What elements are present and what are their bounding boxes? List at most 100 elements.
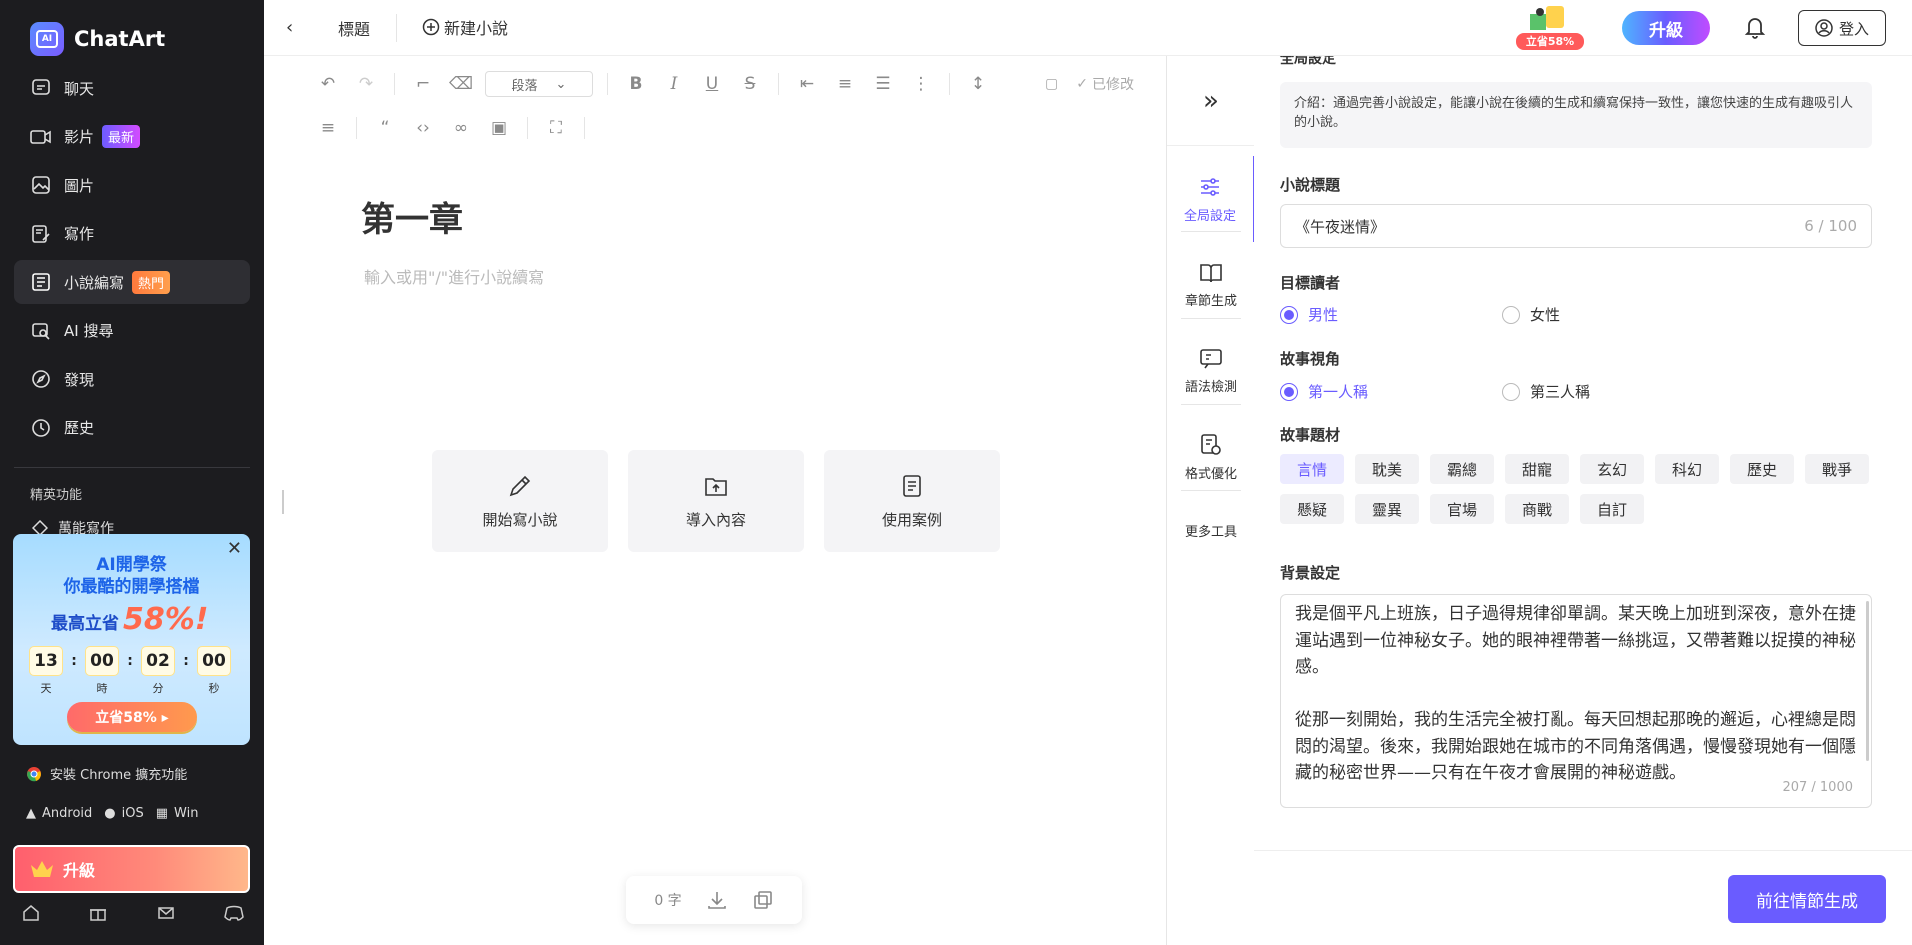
quote-icon[interactable]: “ bbox=[371, 118, 399, 138]
android-link[interactable]: Android bbox=[42, 806, 92, 821]
chat-icon bbox=[30, 77, 52, 99]
novel-title-input[interactable]: 《午夜迷情》 6 / 100 bbox=[1280, 204, 1872, 248]
sidebar-item-video[interactable]: 影片 最新 bbox=[14, 115, 250, 159]
genre-chip[interactable]: 商戰 bbox=[1505, 494, 1569, 524]
sidebar-upgrade-button[interactable]: 升級 bbox=[13, 845, 250, 893]
discord-icon[interactable] bbox=[224, 904, 244, 922]
paragraph-select[interactable]: 段落 ⌄ bbox=[485, 71, 593, 97]
undo-icon[interactable]: ↶ bbox=[314, 74, 342, 94]
promo-banner[interactable]: ✕ AI開學祭 你最酷的開學搭檔 最高立省 58%! 13: 00: 02: 0… bbox=[13, 534, 250, 745]
editor-placeholder[interactable]: 輸入或用"/"進行小說續寫 bbox=[364, 264, 544, 288]
import-content-button[interactable]: 導入內容 bbox=[628, 450, 804, 552]
ios-link[interactable]: iOS bbox=[122, 806, 144, 821]
fullscreen-icon[interactable]: ⛶ bbox=[542, 118, 570, 138]
genre-chip[interactable]: 靈異 bbox=[1355, 494, 1419, 524]
sidebar-item-chat[interactable]: 聊天 bbox=[14, 66, 250, 110]
format-painter-icon[interactable]: ⌐ bbox=[409, 74, 437, 94]
sidebar-item-history[interactable]: 歷史 bbox=[14, 406, 250, 450]
bold-icon[interactable]: B bbox=[622, 74, 650, 94]
bell-icon[interactable] bbox=[1744, 15, 1766, 39]
chevron-left-icon[interactable]: ‹ bbox=[286, 17, 293, 38]
sidebar-item-novel[interactable]: 小說編寫 熱門 bbox=[14, 260, 250, 304]
countdown-timer: 13: 00: 02: 00 bbox=[29, 646, 231, 676]
insert-image-icon[interactable]: ▣ bbox=[485, 118, 513, 138]
audience-female-radio[interactable]: 女性 bbox=[1502, 304, 1724, 325]
save-icon[interactable]: ▢ bbox=[1045, 76, 1058, 92]
genre-chip[interactable]: 懸疑 bbox=[1280, 494, 1344, 524]
background-textarea[interactable]: 我是個平凡上班族，日子過得規律卻單調。某天晚上加班到深夜，意外在捷運站遇到一位神… bbox=[1280, 594, 1872, 808]
sidebar-item-image[interactable]: 圖片 bbox=[14, 163, 250, 207]
sidebar-item-ai-search[interactable]: AI 搜尋 bbox=[14, 309, 250, 353]
audience-male-radio[interactable]: 男性 bbox=[1280, 304, 1502, 325]
document-icon bbox=[899, 473, 925, 499]
gift-icon[interactable] bbox=[89, 904, 107, 922]
line-height-icon[interactable]: ↕ bbox=[964, 74, 992, 94]
sidebar-bottom-icons bbox=[22, 904, 244, 922]
ordered-list-icon[interactable]: ☰ bbox=[869, 74, 897, 94]
strikethrough-icon[interactable]: S bbox=[736, 74, 764, 94]
audience-label: 目標讀者 bbox=[1280, 274, 1341, 292]
promo-button[interactable]: 立省58% ▸ bbox=[67, 702, 197, 732]
chrome-extension-link[interactable]: 安裝 Chrome 擴充功能 bbox=[26, 764, 187, 783]
mail-icon[interactable] bbox=[157, 904, 175, 922]
sidebar-item-writing[interactable]: 寫作 bbox=[14, 212, 250, 256]
genre-chip[interactable]: 歷史 bbox=[1730, 454, 1794, 484]
go-to-plot-generation-button[interactable]: 前往情節生成 bbox=[1728, 875, 1886, 923]
new-novel-button[interactable]: 新建小說 bbox=[422, 15, 508, 39]
code-icon[interactable]: ‹› bbox=[409, 118, 437, 138]
genre-chip[interactable]: 甜寵 bbox=[1505, 454, 1569, 484]
genre-chip[interactable]: 耽美 bbox=[1355, 454, 1419, 484]
rail-item-global-settings[interactable]: 全局設定 bbox=[1167, 156, 1255, 242]
app-logo[interactable]: AI ChatArt bbox=[30, 22, 165, 56]
use-cases-button[interactable]: 使用案例 bbox=[824, 450, 1000, 552]
rail-item-more-tools[interactable]: 更多工具 bbox=[1167, 500, 1255, 560]
chrome-icon bbox=[26, 766, 42, 782]
rail-item-grammar-check[interactable]: 語法檢測 bbox=[1167, 328, 1255, 414]
sidebar-item-discover[interactable]: 發現 bbox=[14, 357, 250, 401]
indent-icon[interactable]: ≡ bbox=[831, 74, 859, 94]
title-tab[interactable]: 標題 bbox=[338, 16, 370, 40]
upgrade-button[interactable]: 升級 bbox=[1622, 11, 1710, 45]
align-icon[interactable]: ≡ bbox=[314, 118, 342, 138]
promo-subtitle: 你最酷的開學搭檔 bbox=[63, 577, 200, 597]
bullet-list-icon[interactable]: ⋮ bbox=[907, 74, 935, 94]
copy-icon[interactable] bbox=[752, 889, 774, 911]
home-icon[interactable] bbox=[22, 904, 40, 922]
genre-chip[interactable]: 言情 bbox=[1280, 454, 1344, 484]
genre-chip[interactable]: 科幻 bbox=[1655, 454, 1719, 484]
start-writing-button[interactable]: 開始寫小說 bbox=[432, 450, 608, 552]
underline-icon[interactable]: U bbox=[698, 74, 726, 94]
rail-item-chapter-gen[interactable]: 章節生成 bbox=[1167, 242, 1255, 328]
perspective-third-radio[interactable]: 第三人稱 bbox=[1502, 381, 1724, 402]
genre-chip[interactable]: 霸總 bbox=[1430, 454, 1494, 484]
resize-handle[interactable] bbox=[282, 490, 284, 514]
genre-chip[interactable]: 玄幻 bbox=[1580, 454, 1644, 484]
timer-hours: 00 bbox=[85, 646, 119, 676]
eraser-icon[interactable]: ⌫ bbox=[447, 74, 475, 94]
login-button[interactable]: 登入 bbox=[1798, 10, 1886, 46]
outdent-icon[interactable]: ⇤ bbox=[793, 74, 821, 94]
book-icon bbox=[1199, 262, 1223, 284]
new-badge: 最新 bbox=[102, 125, 141, 148]
chapter-title[interactable]: 第一章 bbox=[361, 192, 463, 241]
hot-badge: 熱門 bbox=[132, 270, 171, 294]
redo-icon[interactable]: ↷ bbox=[352, 74, 380, 94]
download-icon[interactable] bbox=[706, 889, 728, 911]
italic-icon[interactable]: I bbox=[660, 74, 688, 94]
genre-chip[interactable]: 官場 bbox=[1430, 494, 1494, 524]
logo-icon: AI bbox=[30, 22, 64, 56]
apple-icon[interactable]: ● bbox=[104, 806, 115, 821]
genre-chip[interactable]: 自訂 bbox=[1580, 494, 1644, 524]
save-status: ▢ ✓ 已修改 bbox=[1045, 76, 1134, 93]
link-icon[interactable]: ∞ bbox=[447, 118, 475, 138]
rail-item-format-optimize[interactable]: 格式優化 bbox=[1167, 414, 1255, 500]
android-icon[interactable]: ▲ bbox=[26, 806, 36, 821]
promo-saving: 最高立省 58%! bbox=[51, 602, 209, 637]
genre-chip[interactable]: 戰爭 bbox=[1805, 454, 1869, 484]
windows-icon[interactable]: ▦ bbox=[156, 806, 168, 821]
collapse-icon[interactable]: » bbox=[1167, 56, 1255, 146]
promo-gift[interactable]: 立省58% bbox=[1516, 4, 1584, 50]
scrollbar[interactable] bbox=[1866, 601, 1869, 761]
win-link[interactable]: Win bbox=[174, 806, 198, 821]
perspective-first-radio[interactable]: 第一人稱 bbox=[1280, 381, 1502, 402]
